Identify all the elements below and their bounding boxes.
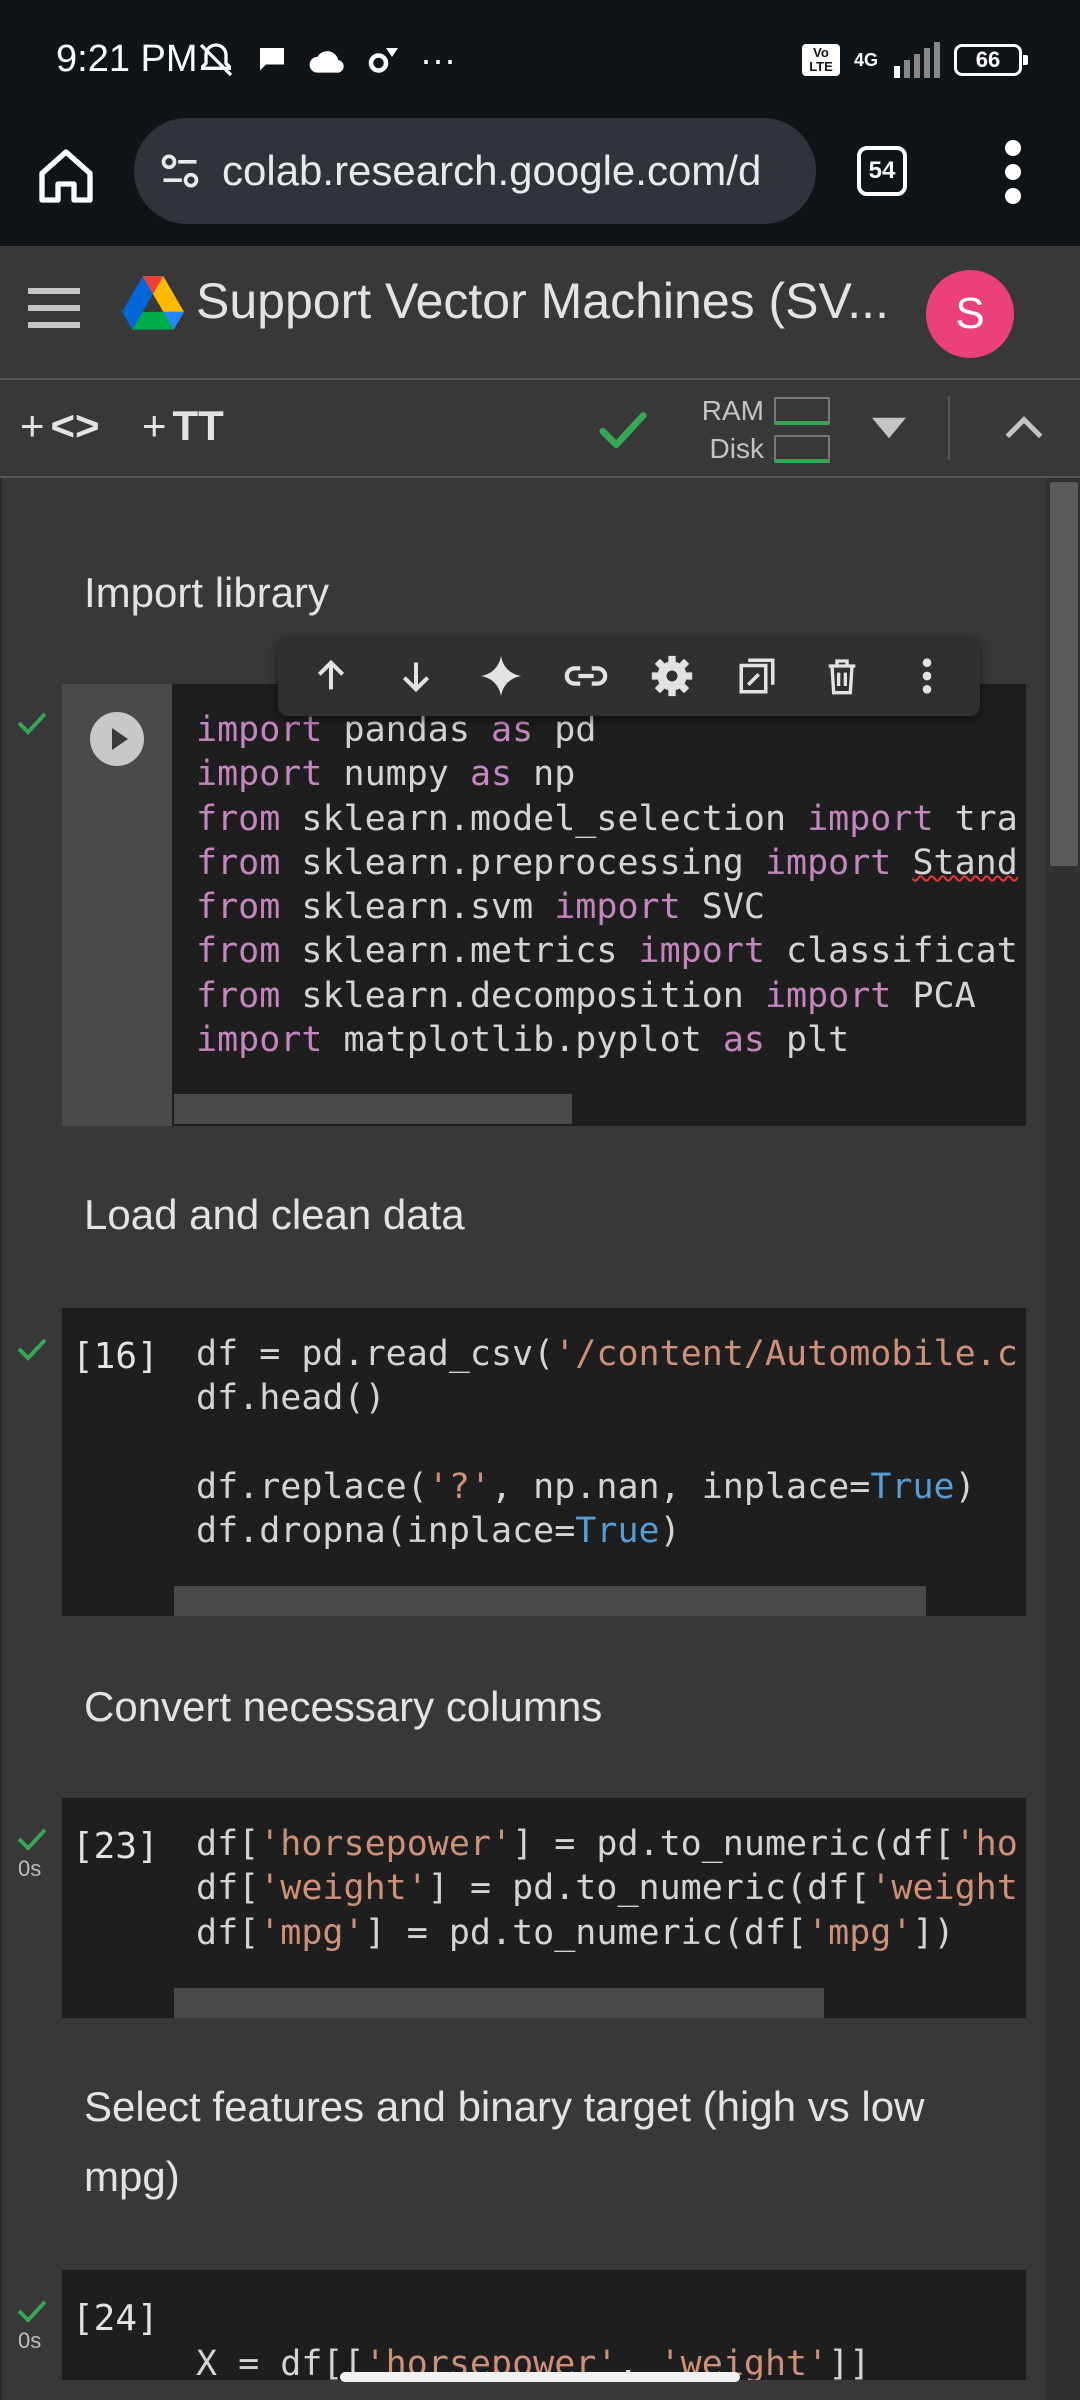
browser-menu-icon[interactable] bbox=[998, 140, 1028, 204]
google-drive-icon bbox=[122, 276, 184, 330]
run-cell-button[interactable] bbox=[90, 712, 144, 766]
ram-label: RAM bbox=[701, 395, 764, 426]
status-time: 9:21 PM bbox=[56, 38, 198, 80]
horizontal-scrollbar[interactable] bbox=[174, 1988, 824, 2018]
markdown-heading[interactable]: Select features and binary target (high … bbox=[84, 2072, 984, 2212]
ram-bar bbox=[774, 397, 830, 425]
markdown-heading[interactable]: Import library bbox=[84, 558, 984, 628]
code-cell[interactable]: [23] df['horsepower'] = pd.to_numeric(df… bbox=[62, 1798, 1026, 2018]
horizontal-scrollbar[interactable] bbox=[174, 1094, 572, 1124]
colab-header: Support Vector Machines (SV... S bbox=[0, 246, 1080, 380]
cloud-icon bbox=[309, 51, 344, 73]
more-vert-icon bbox=[923, 658, 932, 694]
site-settings-icon[interactable] bbox=[158, 149, 202, 193]
arrow-down-icon bbox=[402, 662, 429, 693]
success-check-icon bbox=[17, 1828, 47, 1851]
plus-icon: + bbox=[142, 402, 167, 449]
more-notifications-icon: ··· bbox=[420, 39, 456, 80]
notebook-title[interactable]: Support Vector Machines (SV... bbox=[196, 272, 889, 330]
mirror-icon bbox=[739, 658, 775, 694]
text-format-icon: TT bbox=[172, 402, 224, 449]
caret-down-icon[interactable] bbox=[872, 416, 906, 440]
volte-badge: Vo LTE bbox=[801, 44, 840, 76]
execution-time: 0s bbox=[18, 2328, 42, 2353]
gear-icon bbox=[651, 655, 692, 697]
add-code-button[interactable]: + <> bbox=[20, 402, 100, 450]
tab-count: 54 bbox=[868, 157, 896, 184]
delete-cell-button[interactable] bbox=[819, 653, 865, 699]
resource-monitor[interactable]: RAM Disk bbox=[690, 392, 830, 468]
code-editor[interactable]: df['horsepower'] = pd.to_numeric(df['ho … bbox=[196, 1822, 1018, 1955]
link-icon bbox=[565, 666, 608, 686]
add-text-button[interactable]: + TT bbox=[142, 402, 224, 450]
execution-count: [24] bbox=[72, 2298, 159, 2339]
move-down-button[interactable] bbox=[393, 653, 439, 699]
url-text[interactable]: colab.research.google.com/d bbox=[222, 147, 761, 195]
trash-icon bbox=[828, 659, 856, 695]
avatar-initial: S bbox=[955, 289, 985, 338]
notebook-toolbar: + <> + TT RAM Disk bbox=[0, 380, 1080, 478]
success-check-icon bbox=[17, 712, 47, 735]
chevron-up-icon[interactable] bbox=[1004, 414, 1044, 442]
battery-level: 66 bbox=[975, 47, 1001, 72]
status-icons-left: ··· bbox=[196, 38, 456, 82]
signal-icon bbox=[894, 42, 940, 78]
code-icon: <> bbox=[50, 402, 100, 449]
cell-gutter bbox=[62, 684, 172, 1126]
mute-icon bbox=[199, 43, 233, 77]
toolbar-divider bbox=[948, 396, 950, 460]
link-button[interactable] bbox=[563, 653, 609, 699]
tab-switcher-button[interactable]: 54 bbox=[857, 146, 907, 196]
code-cell[interactable]: import pandas as pd import numpy as np f… bbox=[62, 684, 1026, 1126]
browser-toolbar: colab.research.google.com/d 54 bbox=[0, 118, 1080, 246]
disk-label: Disk bbox=[709, 433, 764, 464]
gesture-navigation-bar[interactable] bbox=[340, 2372, 740, 2382]
mirror-cell-button[interactable] bbox=[734, 653, 780, 699]
status-icons-right: Vo LTE 4G 66 bbox=[801, 40, 1028, 80]
execution-count: [16] bbox=[72, 1336, 159, 1377]
more-actions-button[interactable] bbox=[904, 653, 950, 699]
play-icon bbox=[112, 728, 128, 750]
execution-time: 0s bbox=[18, 1856, 42, 1881]
success-check-icon bbox=[17, 2300, 47, 2323]
address-bar[interactable]: colab.research.google.com/d bbox=[134, 118, 816, 224]
arrow-up-icon bbox=[317, 659, 344, 690]
avatar[interactable]: S bbox=[926, 270, 1014, 358]
code-editor[interactable]: import pandas as pd import numpy as np f… bbox=[196, 708, 1018, 1062]
gemini-button[interactable] bbox=[478, 653, 524, 699]
connected-check-icon[interactable] bbox=[596, 402, 650, 456]
status-bar: 9:21 PM ··· Vo LTE 4G 66 bbox=[0, 0, 1080, 118]
success-check-icon bbox=[17, 1338, 47, 1361]
settings-wifi-icon bbox=[368, 48, 398, 73]
cell-settings-button[interactable] bbox=[649, 653, 695, 699]
execution-count: [23] bbox=[72, 1826, 159, 1867]
menu-icon[interactable] bbox=[28, 286, 80, 330]
cell-toolbar bbox=[278, 636, 980, 716]
horizontal-scrollbar[interactable] bbox=[174, 1586, 926, 1616]
markdown-heading[interactable]: Convert necessary columns bbox=[84, 1672, 984, 1742]
battery-icon: 66 bbox=[954, 44, 1028, 76]
disk-bar bbox=[774, 435, 830, 463]
markdown-heading[interactable]: Load and clean data bbox=[84, 1180, 984, 1250]
chat-icon bbox=[260, 48, 284, 71]
code-cell[interactable]: [24] X = df[['horsepower', 'weight']] bbox=[62, 2270, 1026, 2380]
plus-icon: + bbox=[20, 402, 45, 449]
home-icon[interactable] bbox=[34, 144, 98, 208]
code-cell[interactable]: [16] df = pd.read_csv('/content/Automobi… bbox=[62, 1308, 1026, 1616]
network-type: 4G bbox=[853, 50, 878, 70]
code-editor[interactable]: df = pd.read_csv('/content/Automobile.c … bbox=[196, 1332, 1018, 1553]
move-up-button[interactable] bbox=[308, 653, 354, 699]
sparkle-icon bbox=[480, 655, 522, 697]
scrollbar-thumb[interactable] bbox=[1050, 482, 1078, 866]
